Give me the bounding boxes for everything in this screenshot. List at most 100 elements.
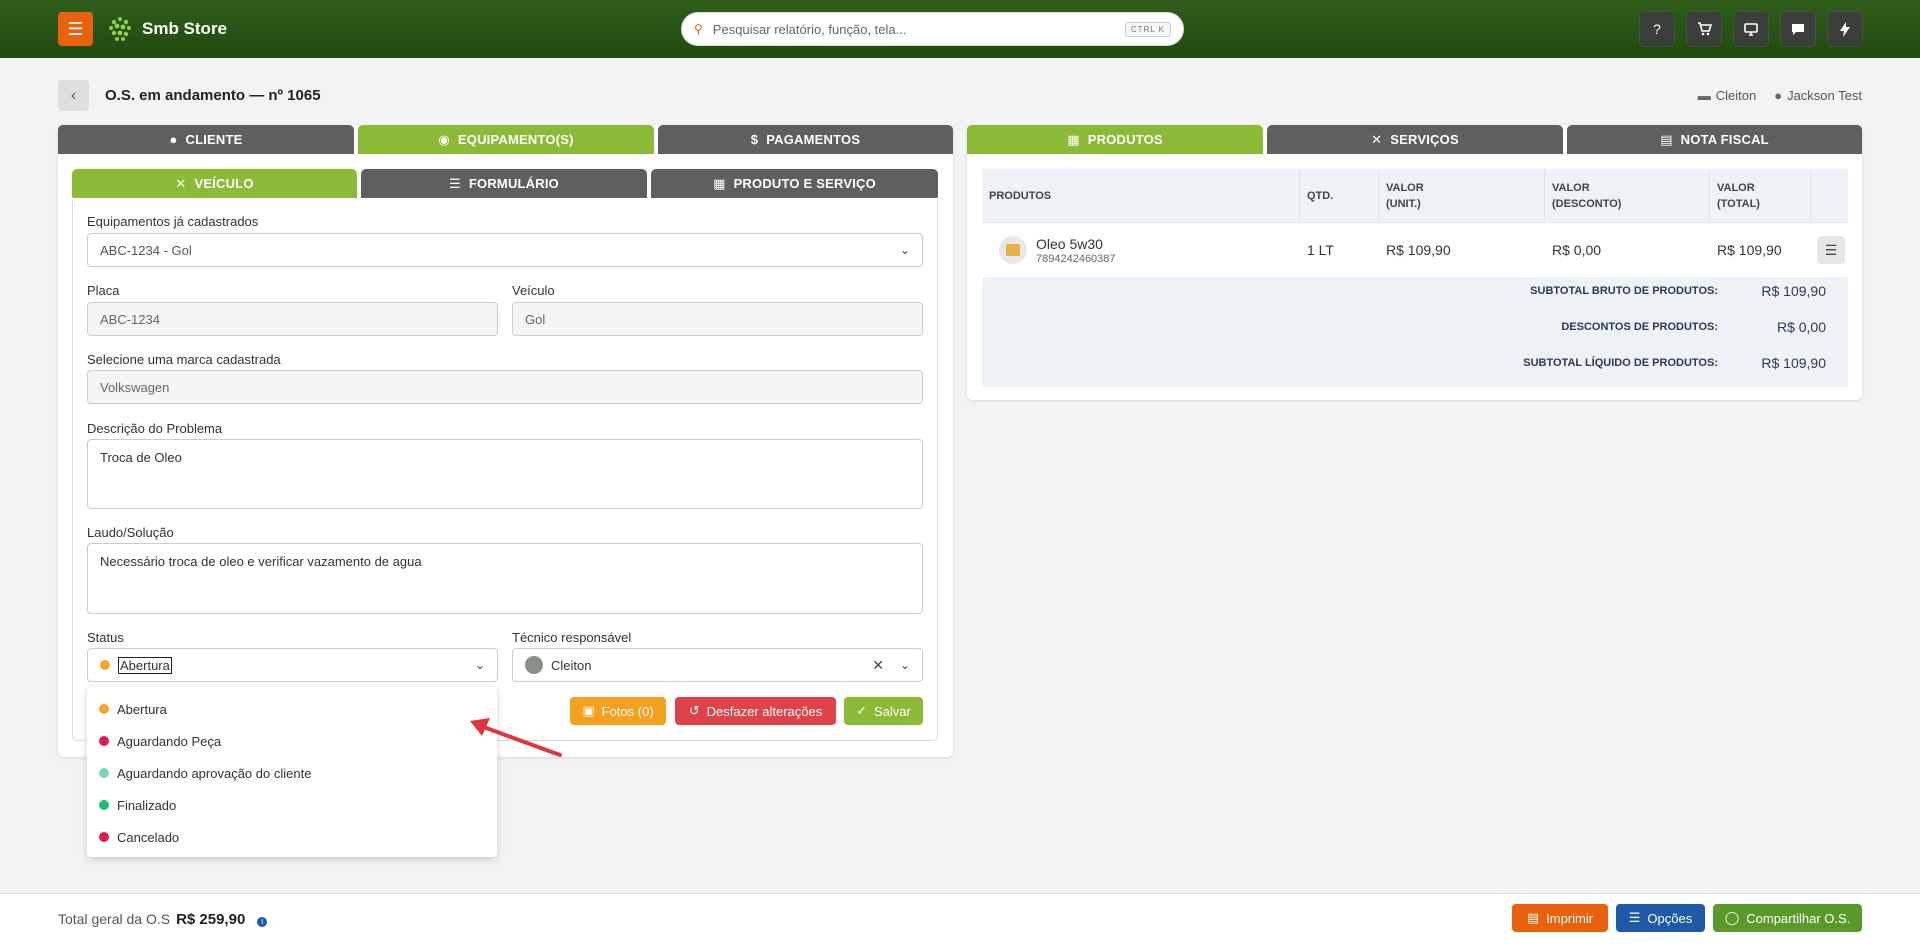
subtotal-liquido-row: SUBTOTAL LÍQUIDO DE PRODUTOS: R$ 109,90	[982, 349, 1848, 379]
status-option[interactable]: Abertura	[87, 693, 497, 725]
bottom-bar: Total geral da O.S R$ 259,90 i ▤ Imprimir …	[0, 893, 1920, 945]
brand-leaf-icon	[109, 17, 131, 41]
tab-servicos[interactable]: ✕ SERVIÇOS	[1267, 125, 1563, 154]
help-icon: ?	[1653, 21, 1661, 37]
sub-tabs: ✕ VEÍCULO ☰ FORMULÁRIO ▦ PRODUTO E SERVIÇO	[72, 169, 938, 198]
status-dropdown: Abertura Aguardando Peça Aguardando apro…	[87, 687, 497, 857]
product-unit: R$ 109,90	[1386, 242, 1451, 258]
status-option[interactable]: Finalizado	[87, 789, 497, 821]
page-title: O.S. em andamento — nº 1065	[105, 87, 321, 104]
monitor-button[interactable]	[1733, 11, 1769, 47]
menu-button[interactable]: ☰	[58, 12, 93, 46]
table-row[interactable]: Oleo 5w30 7894242460387 1 LT R$ 109,90 R…	[982, 223, 1848, 277]
tecnico-select[interactable]: Cleiton ✕ ⌄	[512, 648, 923, 682]
top-bar: ☰ Smb Store ⚲ CTRL K ?	[0, 0, 1920, 58]
product-name: Oleo 5w30	[1036, 235, 1103, 252]
product-qtd: 1 LT	[1307, 242, 1334, 258]
marca-label: Selecione uma marca cadastrada	[87, 352, 281, 367]
fotos-label: Fotos (0)	[601, 703, 654, 719]
file-icon: ▤	[1660, 131, 1673, 147]
status-dot	[99, 832, 109, 842]
store-info: ▬ Cleiton	[1698, 88, 1756, 103]
tab-pagamentos[interactable]: $ PAGAMENTOS	[658, 125, 953, 154]
total-label: Total geral da O.S	[58, 911, 171, 927]
tab-nota-fiscal[interactable]: ▤ NOTA FISCAL	[1567, 125, 1862, 154]
descricao-textarea[interactable]: Troca de Oleo	[87, 439, 923, 509]
laudo-value: Necessário troca de oleo e verificar vaz…	[100, 554, 422, 569]
avatar	[525, 656, 543, 674]
tab-label: CLIENTE	[185, 132, 243, 147]
status-dot	[99, 736, 109, 746]
status-option[interactable]: Cancelado	[87, 821, 497, 853]
cart-button[interactable]	[1686, 11, 1722, 47]
subtab-veiculo[interactable]: ✕ VEÍCULO	[72, 169, 357, 198]
compartilhar-button[interactable]: ◯ Compartilhar O.S.	[1713, 904, 1862, 932]
bolt-button[interactable]	[1827, 11, 1863, 47]
tab-label: NOTA FISCAL	[1680, 132, 1769, 147]
chevron-down-icon: ⌄	[899, 658, 910, 672]
boxes-icon: ▦	[713, 175, 726, 191]
equip-label: Equipamentos já cadastrados	[87, 214, 259, 229]
chevron-down-icon: ⌄	[899, 243, 910, 257]
veiculo-field[interactable]: Gol	[512, 302, 923, 336]
status-select[interactable]: Abertura ⌄	[87, 648, 498, 682]
veiculo-value: Gol	[525, 311, 546, 327]
list-icon: ☰	[449, 175, 461, 191]
descontos-row: DESCONTOS DE PRODUTOS: R$ 0,00	[982, 313, 1848, 343]
option-label: Cancelado	[117, 829, 180, 845]
annotation-arrow-icon	[470, 718, 562, 757]
marca-field[interactable]: Volkswagen	[87, 370, 923, 404]
tab-label: PRODUTOS	[1087, 132, 1163, 147]
opcoes-button[interactable]: ☰ Opções	[1616, 904, 1705, 932]
dollar-icon: $	[750, 132, 759, 147]
option-label: Aguardando aprovação do cliente	[117, 765, 312, 781]
descricao-label: Descrição do Problema	[87, 421, 223, 436]
list-icon: ☰	[1628, 910, 1641, 925]
placa-value: ABC-1234	[100, 311, 160, 327]
equip-value: ABC-1234 - Gol	[100, 242, 192, 258]
col-qtd: QTD.	[1300, 169, 1379, 223]
subtotal-bruto-value: R$ 109,90	[1761, 283, 1826, 299]
total-value: R$ 259,90	[176, 911, 246, 928]
product-code: 7894242460387	[1036, 252, 1116, 265]
bolt-icon	[1840, 21, 1850, 37]
salvar-button[interactable]: ✓ Salvar	[844, 697, 923, 725]
subtotal-liquido-value: R$ 109,90	[1761, 355, 1826, 371]
col-valor-unit: VALOR (UNIT.)	[1379, 169, 1545, 223]
imprimir-button[interactable]: ▤ Imprimir	[1512, 904, 1608, 932]
subtab-formulario[interactable]: ☰ FORMULÁRIO	[361, 169, 647, 198]
chevron-down-icon: ⌄	[474, 658, 485, 672]
chevron-left-icon: ‹	[70, 86, 77, 104]
chat-button[interactable]	[1780, 11, 1816, 47]
status-option[interactable]: Aguardando aprovação do cliente	[87, 757, 497, 789]
search-input[interactable]	[712, 21, 1125, 37]
check-icon: ✓	[856, 703, 868, 718]
subtotal-bruto-label: SUBTOTAL BRUTO DE PRODUTOS:	[1530, 285, 1718, 297]
tab-produtos[interactable]: ▦ PRODUTOS	[967, 125, 1263, 154]
tab-equipamentos[interactable]: ◉ EQUIPAMENTO(S)	[358, 125, 654, 154]
row-menu-button[interactable]: ☰	[1817, 236, 1845, 264]
tab-cliente[interactable]: ● CLIENTE	[58, 125, 354, 154]
subtab-produto-servico[interactable]: ▦ PRODUTO E SERVIÇO	[651, 169, 938, 198]
desfazer-button[interactable]: ↺ Desfazer alterações	[675, 697, 836, 725]
status-option[interactable]: Aguardando Peça	[87, 725, 497, 757]
info-icon[interactable]: i	[257, 917, 268, 927]
help-button[interactable]: ?	[1639, 11, 1675, 47]
search-icon: ⚲	[694, 22, 703, 36]
brand-logo[interactable]: Smb Store	[106, 14, 227, 44]
product-desconto: R$ 0,00	[1552, 242, 1602, 258]
fotos-button[interactable]: ▣ Fotos (0)	[570, 697, 666, 725]
boxes-icon: ▦	[1067, 131, 1080, 147]
back-button[interactable]: ‹	[58, 80, 89, 111]
search-box[interactable]: ⚲ CTRL K	[681, 12, 1184, 46]
status-label: Status	[87, 630, 124, 645]
user-name: Jackson Test	[1787, 88, 1862, 103]
laudo-label: Laudo/Solução	[87, 525, 174, 540]
clear-icon[interactable]: ✕	[872, 657, 884, 674]
equip-select[interactable]: ABC-1234 - Gol ⌄	[87, 233, 923, 267]
laudo-textarea[interactable]: Necessário troca de oleo e verificar vaz…	[87, 543, 923, 614]
veiculo-label: Veículo	[512, 283, 555, 298]
placa-field[interactable]: ABC-1234	[87, 302, 498, 336]
monitor-icon	[1744, 22, 1758, 36]
briefcase-icon: ▬	[1697, 88, 1711, 103]
